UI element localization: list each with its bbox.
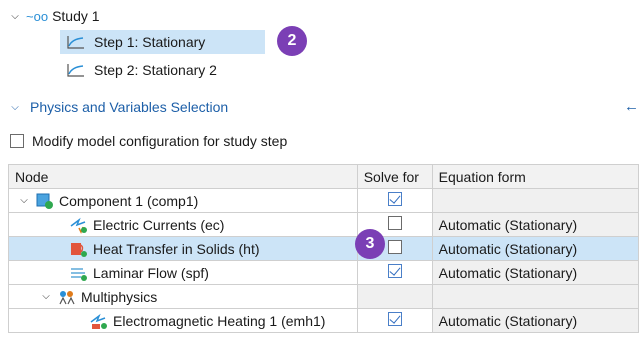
chevron-down-icon[interactable]: ⌵ xyxy=(8,11,22,22)
table-row[interactable]: ⌵ Multiphysics xyxy=(8,284,639,309)
study-label: Study 1 xyxy=(52,8,100,24)
tree-item-step-2[interactable]: Step 2: Stationary 2 xyxy=(60,58,217,82)
stationary-step-icon xyxy=(67,64,84,77)
step-label: Step 2: Stationary 2 xyxy=(94,62,217,78)
solve-for-checkbox[interactable] xyxy=(387,216,402,230)
section-header-physics[interactable]: ⌵ Physics and Variables Selection xyxy=(8,96,228,118)
equation-form-cell[interactable]: Automatic (Stationary) xyxy=(431,212,639,237)
equation-form-cell[interactable]: Automatic (Stationary) xyxy=(431,308,639,333)
table-header-row: Node Solve for Equation form xyxy=(8,164,639,189)
table-row[interactable]: Laminar Flow (spf) Automatic (Stationary… xyxy=(8,260,639,285)
node-label: Multiphysics xyxy=(81,288,158,305)
solve-for-cell-empty xyxy=(356,284,433,309)
collapse-arrow-icon[interactable]: ← xyxy=(624,98,639,115)
solve-for-checkbox[interactable] xyxy=(387,312,402,326)
solve-for-checkbox[interactable] xyxy=(387,240,402,254)
heat-transfer-icon xyxy=(71,242,87,257)
equation-form-cell[interactable]: Automatic (Stationary) xyxy=(431,260,639,285)
study-icon: ~oo xyxy=(26,8,49,24)
solve-for-checkbox[interactable] xyxy=(387,264,402,278)
node-label: Laminar Flow (spf) xyxy=(93,264,209,281)
solve-for-checkbox[interactable] xyxy=(387,192,402,206)
table-row[interactable]: Electric Currents (ec) Automatic (Statio… xyxy=(8,212,639,237)
node-label: Component 1 (comp1) xyxy=(59,192,199,209)
modify-configuration-checkbox[interactable] xyxy=(10,134,24,148)
step-label: Step 1: Stationary xyxy=(94,34,206,50)
modify-configuration-label: Modify model configuration for study ste… xyxy=(32,133,288,149)
node-label: Electric Currents (ec) xyxy=(93,216,225,233)
equation-form-cell xyxy=(431,284,639,309)
tree-item-study[interactable]: ⌵ ~oo Study 1 xyxy=(8,4,100,28)
modify-configuration-option[interactable]: Modify model configuration for study ste… xyxy=(10,133,287,149)
physics-table: Node Solve for Equation form ⌵ Component… xyxy=(8,164,639,333)
chevron-down-icon[interactable]: ⌵ xyxy=(17,195,31,206)
electromagnetic-heating-icon xyxy=(90,313,107,329)
table-row[interactable]: Electromagnetic Heating 1 (emh1) Automat… xyxy=(8,308,639,333)
component-icon xyxy=(36,193,53,209)
callout-badge: 2 xyxy=(277,26,307,56)
table-row[interactable]: Heat Transfer in Solids (ht) Automatic (… xyxy=(8,236,639,261)
node-label: Heat Transfer in Solids (ht) xyxy=(93,240,260,257)
tree-item-step-1[interactable]: Step 1: Stationary xyxy=(60,30,265,54)
node-label: Electromagnetic Heating 1 (emh1) xyxy=(113,312,326,329)
table-row[interactable]: ⌵ Component 1 (comp1) xyxy=(8,188,639,213)
column-header-solve-for[interactable]: Solve for xyxy=(356,164,433,189)
electric-currents-icon xyxy=(70,217,87,234)
column-header-equation-form[interactable]: Equation form xyxy=(431,164,639,189)
column-header-node[interactable]: Node xyxy=(8,164,358,189)
multiphysics-icon xyxy=(59,290,75,304)
section-title: Physics and Variables Selection xyxy=(30,99,229,115)
chevron-down-icon[interactable]: ⌵ xyxy=(39,291,53,302)
callout-badge: 3 xyxy=(355,229,385,259)
chevron-down-icon[interactable]: ⌵ xyxy=(8,102,22,113)
stationary-step-icon xyxy=(67,36,84,49)
equation-form-cell[interactable] xyxy=(431,188,639,213)
equation-form-cell[interactable]: Automatic (Stationary) xyxy=(431,236,639,261)
laminar-flow-icon xyxy=(71,267,87,281)
